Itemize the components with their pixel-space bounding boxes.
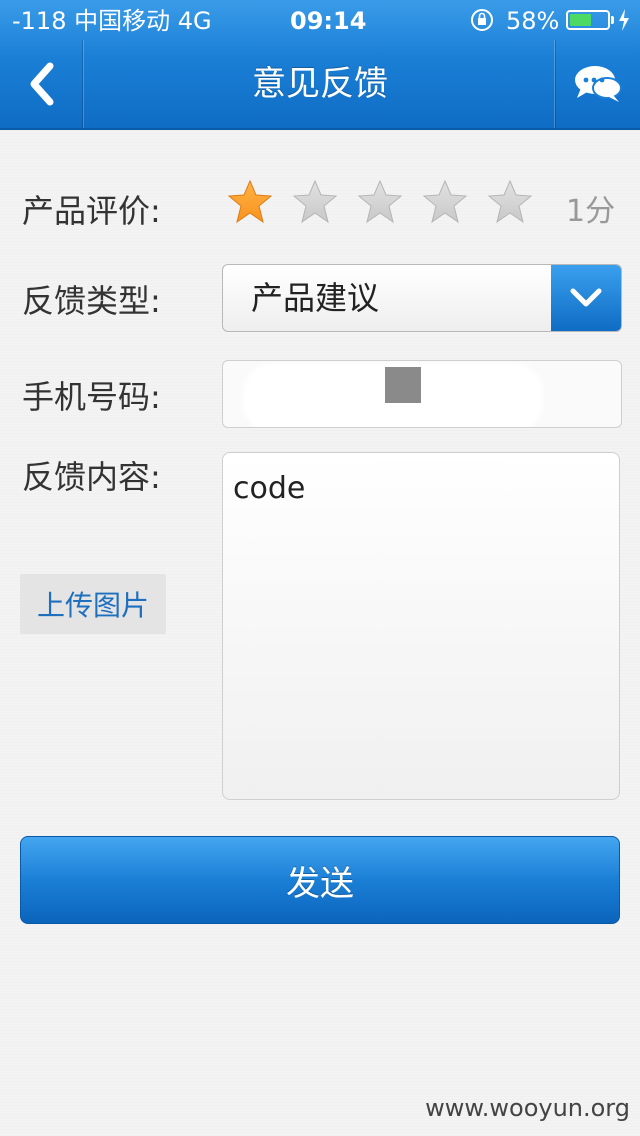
star-empty-icon[interactable]	[421, 178, 469, 226]
clock-text: 09:14	[290, 7, 367, 35]
chat-bubbles-icon	[575, 66, 622, 102]
battery-icon	[566, 10, 610, 30]
chevron-left-icon	[30, 62, 54, 106]
battery-percent: 58%	[506, 7, 560, 35]
rating-label: 产品评价:	[22, 192, 161, 230]
feedback-type-label: 反馈类型:	[22, 282, 161, 320]
star-empty-icon[interactable]	[291, 178, 339, 226]
feedback-type-select[interactable]: 产品建议	[222, 264, 622, 332]
phone-input[interactable]	[222, 360, 622, 428]
content-label: 反馈内容:	[22, 458, 161, 496]
phone-label: 手机号码:	[22, 378, 161, 416]
back-button[interactable]	[0, 40, 84, 128]
feedback-content-text: code	[233, 471, 306, 506]
rating-score: 1分	[566, 194, 616, 229]
charging-icon	[619, 9, 629, 31]
upload-image-button[interactable]: 上传图片	[20, 574, 166, 634]
rotation-lock-icon	[470, 8, 494, 32]
redaction-block	[385, 367, 421, 403]
chat-button[interactable]	[554, 40, 640, 128]
top-bar: -118 中国移动 4G 09:14 58% 意见反馈	[0, 0, 640, 130]
chevron-down-icon	[570, 288, 602, 307]
dropdown-button[interactable]	[551, 265, 621, 331]
star-filled-icon[interactable]	[226, 178, 274, 226]
battery-tip	[611, 16, 614, 24]
status-bar: -118 中国移动 4G 09:14 58%	[0, 0, 640, 40]
carrier-text: -118 中国移动 4G	[12, 7, 212, 35]
star-empty-icon[interactable]	[486, 178, 534, 226]
feedback-content-textarea[interactable]: code	[222, 452, 620, 800]
send-button[interactable]: 发送	[20, 836, 620, 924]
star-empty-icon[interactable]	[356, 178, 404, 226]
feedback-type-value: 产品建议	[251, 279, 380, 317]
page-title: 意见反馈	[252, 64, 388, 104]
watermark: www.wooyun.org	[425, 1094, 630, 1122]
